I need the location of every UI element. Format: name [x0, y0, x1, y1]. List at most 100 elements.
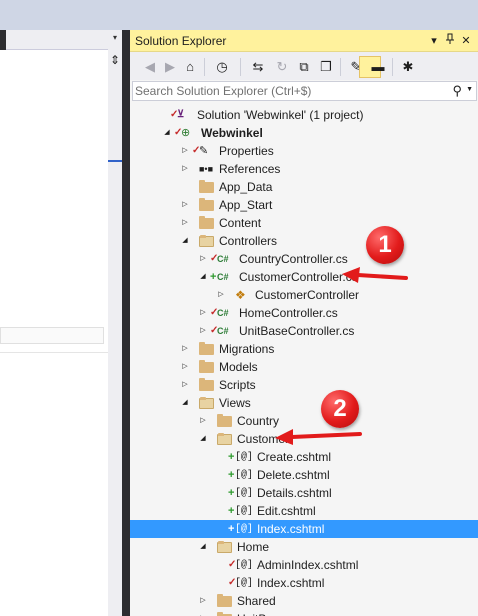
settings-icon[interactable]: ✱ — [400, 58, 416, 76]
collapsed-chevron-icon[interactable]: ▷ — [180, 196, 190, 214]
tree-item[interactable]: ▷ App_Start — [130, 196, 478, 214]
preview-icon[interactable]: ▬ — [370, 58, 386, 76]
tree-item[interactable]: ▷ ❖ CustomerController — [130, 286, 478, 304]
collapsed-chevron-icon[interactable]: ▷ — [180, 358, 190, 376]
tree-item[interactable]: ◢ Controllers — [130, 232, 478, 250]
history-icon[interactable]: ◷ — [214, 58, 230, 76]
editor-input-field[interactable] — [0, 327, 104, 344]
collapsed-chevron-icon[interactable]: ▷ — [180, 142, 190, 160]
tree-item[interactable]: ▷ Shared — [130, 592, 478, 610]
tree-item[interactable]: App_Data — [130, 178, 478, 196]
collapsed-chevron-icon[interactable]: ▷ — [180, 340, 190, 358]
tree-item[interactable]: ◢ Views — [130, 394, 478, 412]
search-box[interactable]: ⚲ ▼ — [132, 81, 477, 101]
razor-file-icon: [@] — [235, 560, 254, 571]
tree-item-label: Index.cshtml — [257, 522, 325, 536]
razor-file-icon: [@] — [235, 488, 254, 499]
tree-item[interactable]: ◢ Home — [130, 538, 478, 556]
csharp-file-icon: C# — [217, 308, 229, 318]
expanded-chevron-icon[interactable]: ◢ — [162, 124, 172, 142]
tree-item[interactable]: ▷ ✓ C# UnitBaseController.cs — [130, 322, 478, 340]
collapsed-chevron-icon[interactable]: ▷ — [198, 322, 208, 340]
forward-icon[interactable]: ▶ — [162, 58, 178, 76]
home-icon[interactable]: ⌂ — [182, 58, 198, 76]
sync-icon[interactable]: ⇆ — [250, 58, 266, 76]
tree-item-label: App_Start — [219, 198, 273, 212]
search-input[interactable] — [135, 83, 445, 99]
callout-arrow-2 — [275, 429, 362, 445]
collapsed-chevron-icon[interactable]: ▷ — [180, 376, 190, 394]
expanded-chevron-icon[interactable]: ◢ — [198, 430, 208, 448]
refresh-icon[interactable]: ↻ — [274, 58, 290, 76]
folder-icon — [217, 413, 232, 429]
search-icon[interactable]: ⚲ — [452, 83, 462, 99]
pending-add-icon: + — [228, 451, 235, 463]
editor-tab-edge — [0, 30, 6, 50]
folder-icon — [199, 215, 214, 231]
solution-explorer-title-bar[interactable]: Solution Explorer ▾ ✕ — [130, 30, 478, 52]
window-background — [0, 0, 126, 30]
tree-item-label: App_Data — [219, 180, 273, 194]
tree-item[interactable]: ✓ [@] Index.cshtml — [130, 574, 478, 592]
pending-add-icon: + — [228, 469, 235, 481]
tree-item-label: Content — [219, 216, 262, 230]
pending-add-icon: + — [228, 505, 235, 517]
panel-menu-dropdown-icon[interactable]: ▾ — [427, 33, 441, 49]
tree-item[interactable]: ◢ + C# CustomerController.cs — [130, 268, 478, 286]
tree-item[interactable]: + [@] Edit.cshtml — [130, 502, 478, 520]
collapsed-chevron-icon[interactable]: ▷ — [198, 412, 208, 430]
tree-item-label: AdminIndex.cshtml — [257, 558, 359, 572]
pin-icon[interactable] — [443, 33, 457, 49]
close-icon[interactable]: ✕ — [459, 33, 473, 49]
tree-item[interactable]: + [@] Index.cshtml — [130, 520, 478, 538]
tree-item[interactable]: ▷ ■•■ References — [130, 160, 478, 178]
tree-item[interactable]: + [@] Details.cshtml — [130, 484, 478, 502]
collapsed-chevron-icon[interactable]: ▷ — [198, 250, 208, 268]
web-project-icon: ⊕ — [181, 127, 191, 139]
collapsed-chevron-icon[interactable]: ▷ — [198, 304, 208, 322]
expanded-chevron-icon[interactable]: ◢ — [198, 268, 208, 286]
tree-item[interactable]: ▷ Scripts — [130, 376, 478, 394]
scroll-position-marker — [108, 160, 122, 162]
back-icon[interactable]: ◀ — [142, 58, 158, 76]
tree-item-label: Delete.cshtml — [257, 468, 330, 482]
toolbar-separator — [392, 58, 393, 76]
razor-file-icon: [@] — [235, 452, 254, 463]
csharp-file-icon: C# — [217, 272, 229, 282]
tree-item-label: UnitB… — [237, 610, 278, 616]
collapsed-chevron-icon[interactable]: ▷ — [216, 286, 226, 304]
tree-item[interactable]: ▷ Models — [130, 358, 478, 376]
tree-item-label: CountryController.cs — [239, 252, 348, 266]
search-options-chevron-down-icon[interactable]: ▼ — [466, 86, 473, 93]
editor-tab-strip[interactable] — [0, 30, 108, 50]
collapsed-chevron-icon[interactable]: ▷ — [180, 214, 190, 232]
tree-item[interactable]: ▷ ✓ ✎ Properties — [130, 142, 478, 160]
collapsed-chevron-icon[interactable]: ▷ — [198, 610, 208, 616]
expanded-chevron-icon[interactable]: ◢ — [180, 232, 190, 250]
tree-item[interactable]: ▷ ✓ C# CountryController.cs — [130, 250, 478, 268]
collapsed-chevron-icon[interactable]: ▷ — [198, 592, 208, 610]
tree-item[interactable]: ▷ Content — [130, 214, 478, 232]
chevron-down-icon[interactable]: ▾ — [110, 32, 120, 44]
panel-separator[interactable] — [122, 30, 130, 616]
collapse-all-icon[interactable]: ⧉ — [296, 58, 312, 76]
tree-item-label: Shared — [237, 594, 276, 608]
tree-item-label: UnitBaseController.cs — [239, 324, 355, 338]
references-icon: ■•■ — [199, 164, 214, 174]
toolbar-separator — [204, 58, 205, 76]
show-all-files-icon[interactable]: ❐ — [318, 58, 334, 76]
collapsed-chevron-icon[interactable]: ▷ — [180, 160, 190, 178]
split-handle-icon[interactable]: ⇕ — [109, 53, 121, 67]
editor-scroll-strip — [108, 30, 122, 616]
tree-item[interactable]: + [@] Create.cshtml — [130, 448, 478, 466]
tree-item[interactable]: ✓ ⊻ Solution 'Webwinkel' (1 project) — [130, 106, 478, 124]
expanded-chevron-icon[interactable]: ◢ — [180, 394, 190, 412]
tree-item[interactable]: ✓ [@] AdminIndex.cshtml — [130, 556, 478, 574]
tree-item-label: Properties — [219, 144, 274, 158]
tree-item[interactable]: + [@] Delete.cshtml — [130, 466, 478, 484]
tree-item[interactable]: ▷ Migrations — [130, 340, 478, 358]
tree-item[interactable]: ▷ UnitB… — [130, 610, 478, 616]
tree-item[interactable]: ▷ ✓ C# HomeController.cs — [130, 304, 478, 322]
expanded-chevron-icon[interactable]: ◢ — [198, 538, 208, 556]
tree-item[interactable]: ◢ ✓ ⊕ Webwinkel — [130, 124, 478, 142]
